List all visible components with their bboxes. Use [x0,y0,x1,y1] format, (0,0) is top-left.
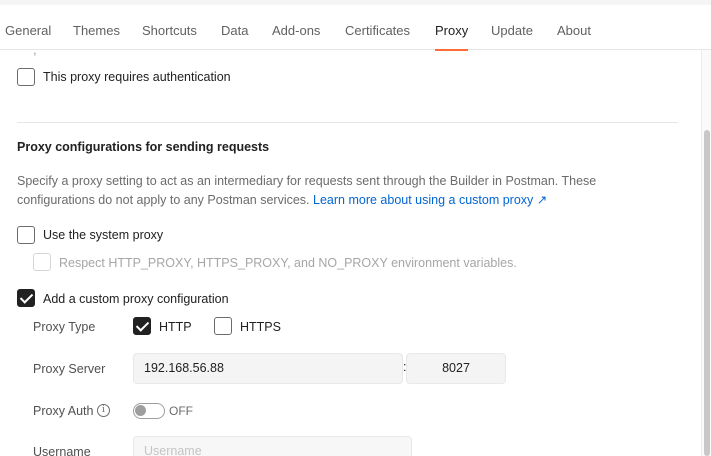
proxy-type-https-label: HTTPS [240,320,281,334]
tab-about[interactable]: About [557,5,591,50]
info-icon[interactable]: i [97,404,110,417]
tab-proxy[interactable]: Proxy [435,5,469,51]
proxy-server-host-input[interactable]: 192.168.56.88 [133,353,403,384]
custom-proxy-checkbox[interactable] [17,289,35,307]
tab-general[interactable]: General [5,5,51,50]
proxy-auth-label: Proxy Auth [33,404,94,418]
section-divider [17,122,678,123]
proxy-server-label: Proxy Server [33,362,106,376]
proxy-auth-toggle[interactable] [133,403,165,419]
username-input[interactable]: Username [133,436,412,456]
tab-certificates[interactable]: Certificates [345,5,410,50]
username-label: Username [33,445,91,456]
auth-required-checkbox[interactable] [17,68,35,86]
proxy-type-label: Proxy Type [33,320,96,334]
settings-tab-bar: General Themes Shortcuts Data Add-ons Ce… [0,5,711,51]
proxy-settings-panel: , This proxy requires authentication Pro… [0,50,700,456]
custom-proxy-label: Add a custom proxy configuration [43,292,229,306]
proxy-type-http-checkbox[interactable] [133,317,151,335]
proxy-server-port-input[interactable]: 8027 [406,353,506,384]
proxy-type-https-checkbox[interactable] [214,317,232,335]
toggle-knob [135,405,146,416]
tab-update[interactable]: Update [491,5,533,50]
respect-env-checkbox[interactable] [33,253,51,271]
system-proxy-label: Use the system proxy [43,228,164,242]
learn-more-link[interactable]: Learn more about using a custom proxy ↗ [313,193,547,207]
tab-data[interactable]: Data [221,5,248,50]
proxy-type-http-label: HTTP [159,320,192,334]
section-title: Proxy configurations for sending request… [17,140,270,154]
scrollbar-thumb[interactable] [704,130,710,456]
tab-add-ons[interactable]: Add-ons [272,5,320,50]
section-description: Specify a proxy setting to act as an int… [17,172,657,210]
tab-themes[interactable]: Themes [73,5,120,50]
tab-shortcuts[interactable]: Shortcuts [142,5,197,50]
clipped-content-fragment: , [33,50,37,57]
auth-required-label: This proxy requires authentication [43,70,231,84]
respect-env-label: Respect HTTP_PROXY, HTTPS_PROXY, and NO_… [59,256,517,270]
proxy-auth-state: OFF [169,404,193,418]
system-proxy-checkbox[interactable] [17,226,35,244]
vertical-scrollbar[interactable] [701,50,711,456]
